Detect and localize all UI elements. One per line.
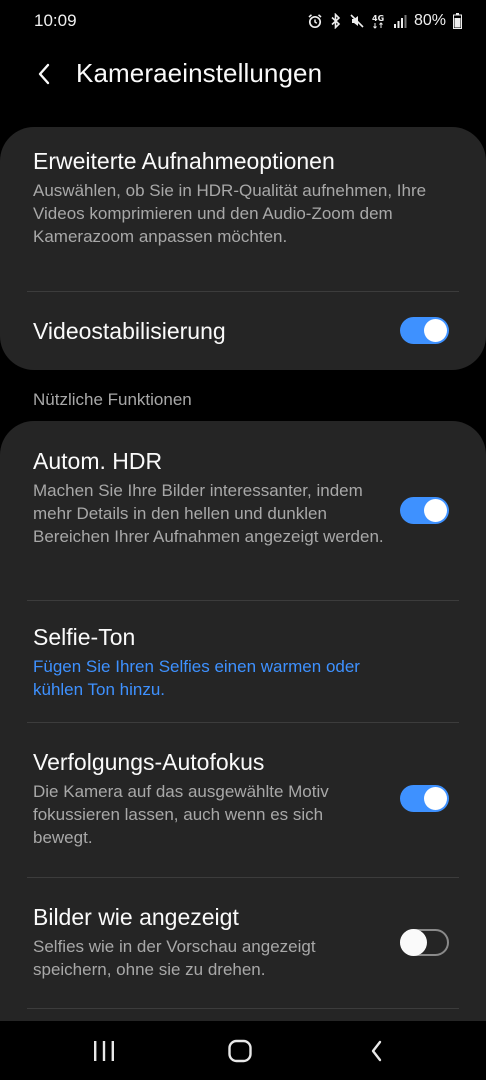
- settings-card-video: Erweiterte Aufnahmeoptionen Auswählen, o…: [0, 127, 486, 370]
- svg-text:4G: 4G: [372, 14, 384, 23]
- setting-title: Selfie-Ton: [33, 624, 136, 650]
- battery-icon: [453, 13, 462, 29]
- page-title: Kameraeinstellungen: [76, 58, 323, 88]
- setting-title: Verfolgungs-Autofokus: [33, 749, 265, 775]
- setting-selfie-tone[interactable]: Selfie-Ton Fügen Sie Ihren Selfies einen…: [33, 623, 450, 701]
- setting-description: Die Kamera auf das ausgewählte Motiv fok…: [33, 782, 329, 847]
- navigation-bar: [0, 1021, 486, 1080]
- bluetooth-icon: [330, 13, 342, 29]
- setting-title: Videostabilisierung: [33, 318, 226, 344]
- divider: [27, 722, 459, 723]
- status-time: 10:09: [34, 11, 77, 30]
- back-arrow-icon: [38, 63, 50, 85]
- divider: [27, 291, 459, 292]
- setting-title: Erweiterte Aufnahmeoptionen: [33, 148, 335, 174]
- signal-icon: [393, 14, 407, 28]
- setting-description: Fügen Sie Ihren Selfies einen warmen ode…: [33, 657, 360, 699]
- auto-hdr-toggle[interactable]: [400, 497, 449, 524]
- divider: [27, 1008, 459, 1009]
- setting-save-pictures-as-previewed[interactable]: Bilder wie angezeigt Selfies wie in der …: [33, 903, 450, 981]
- video-stabilization-toggle[interactable]: [400, 317, 449, 344]
- home-icon: [228, 1039, 252, 1063]
- settings-card-useful-features: Autom. HDR Machen Sie Ihre Bilder intere…: [0, 421, 486, 1021]
- home-button[interactable]: [210, 1033, 270, 1069]
- setting-title: Bilder wie angezeigt: [33, 904, 239, 930]
- mute-icon: [349, 13, 365, 29]
- setting-tracking-autofocus[interactable]: Verfolgungs-Autofokus Die Kamera auf das…: [33, 748, 450, 849]
- status-bar: 10:09 4G 80%: [0, 0, 486, 44]
- recent-apps-button[interactable]: [74, 1033, 134, 1069]
- tracking-autofocus-toggle[interactable]: [400, 785, 449, 812]
- setting-description: Machen Sie Ihre Bilder interessanter, in…: [33, 481, 384, 546]
- setting-advanced-recording-options[interactable]: Erweiterte Aufnahmeoptionen Auswählen, o…: [33, 147, 450, 248]
- save-pictures-as-previewed-toggle[interactable]: [400, 929, 449, 956]
- setting-title: Autom. HDR: [33, 448, 163, 474]
- setting-video-stabilization[interactable]: Videostabilisierung: [33, 317, 450, 345]
- status-icons: 4G 80%: [307, 10, 462, 32]
- battery-percent: 80%: [413, 12, 446, 29]
- network-4g-icon: 4G: [372, 13, 386, 29]
- setting-description: Selfies wie in der Vorschau angezeigt sp…: [33, 937, 316, 979]
- app-bar: Kameraeinstellungen: [0, 44, 486, 104]
- recent-apps-icon: [94, 1041, 114, 1061]
- setting-auto-hdr[interactable]: Autom. HDR Machen Sie Ihre Bilder intere…: [33, 447, 450, 548]
- back-button[interactable]: [28, 58, 60, 90]
- back-icon: [371, 1040, 382, 1062]
- divider: [27, 877, 459, 878]
- setting-description: Auswählen, ob Sie in HDR-Qualität aufneh…: [33, 181, 427, 246]
- nav-back-button[interactable]: [347, 1033, 407, 1069]
- alarm-icon: [307, 13, 323, 29]
- divider: [27, 600, 459, 601]
- section-header: Nützliche Funktionen: [33, 390, 192, 409]
